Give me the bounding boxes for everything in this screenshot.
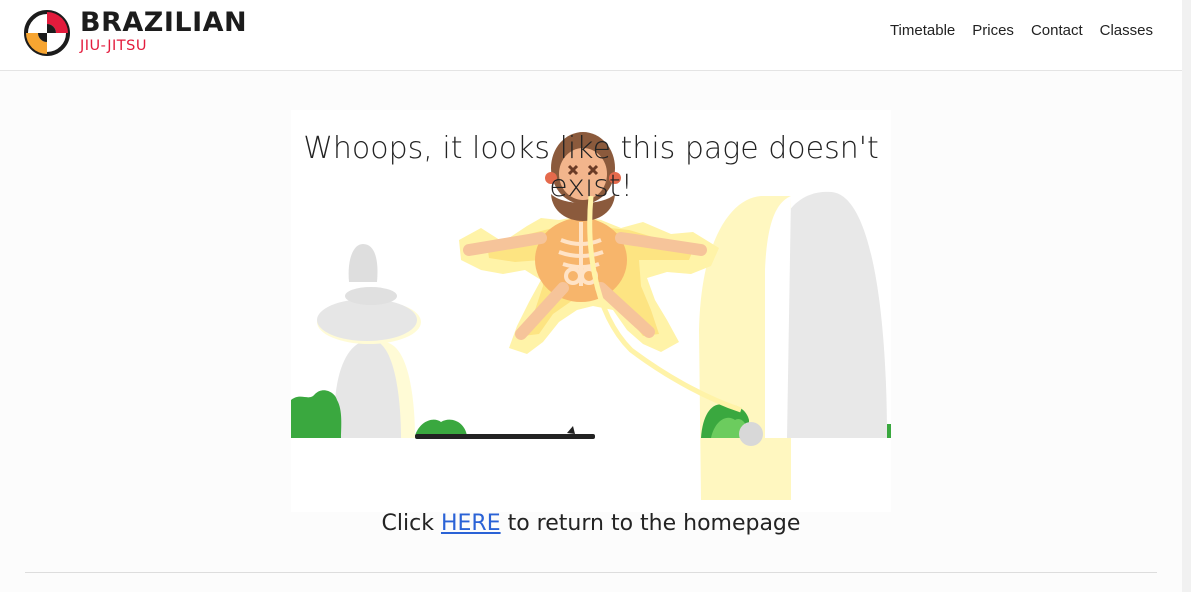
left-bush-illustration [291,390,342,438]
page: BRAZILIAN JIU-JITSU Timetable Prices Con… [0,0,1191,592]
brand-subtitle: JIU-JITSU [80,38,147,54]
homepage-link[interactable]: HERE [441,511,501,536]
footer-divider [25,572,1157,573]
brand-name: BRAZILIAN [80,7,248,38]
main-nav: Timetable Prices Contact Classes [890,22,1153,39]
cta-suffix: to return to the homepage [500,511,801,536]
logo-link[interactable]: BRAZILIAN JIU-JITSU [24,8,264,58]
page-scrollbar[interactable] [1182,0,1191,592]
return-home-text: Click HERE to return to the homepage [291,509,891,539]
site-header: BRAZILIAN JIU-JITSU Timetable Prices Con… [0,0,1182,71]
nav-item-contact[interactable]: Contact [1031,22,1083,39]
nav-item-timetable[interactable]: Timetable [890,22,955,39]
logo-mark-icon [24,10,70,56]
error-title: Whoops, it looks like this page doesn't … [303,131,879,204]
cta-prefix: Click [381,511,441,536]
nav-item-classes[interactable]: Classes [1100,22,1153,39]
nav-item-prices[interactable]: Prices [972,22,1014,39]
